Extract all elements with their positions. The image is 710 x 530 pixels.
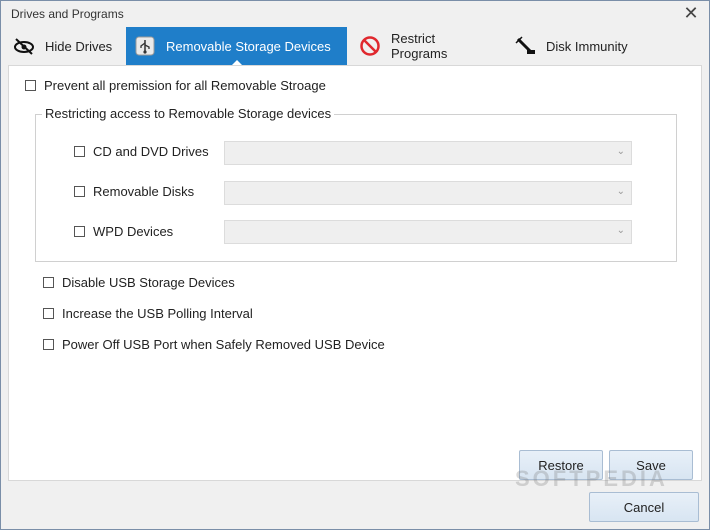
dialog-window: Drives and Programs ✕ Hide Drives Remova… xyxy=(0,0,710,530)
prevent-all-option[interactable]: Prevent all premission for all Removable… xyxy=(25,78,326,93)
cancel-button[interactable]: Cancel xyxy=(589,492,699,522)
cd-dvd-label: CD and DVD Drives xyxy=(93,144,209,159)
tab-content-panel: Prevent all premission for all Removable… xyxy=(8,65,702,481)
restricting-access-group: Restricting access to Removable Storage … xyxy=(35,106,677,262)
syringe-icon xyxy=(514,35,536,57)
hidden-eye-icon xyxy=(13,35,35,57)
tab-label: Disk Immunity xyxy=(546,38,628,54)
title-bar: Drives and Programs ✕ xyxy=(1,1,709,27)
close-button[interactable]: ✕ xyxy=(681,4,701,24)
device-option-cd-dvd[interactable]: CD and DVD Drives xyxy=(74,144,209,159)
tab-label: Hide Drives xyxy=(45,38,113,54)
option-label: Increase the USB Polling Interval xyxy=(62,306,253,321)
no-entry-icon xyxy=(359,35,381,57)
tab-label: Restrict Programs xyxy=(391,31,448,61)
usb-icon xyxy=(134,35,156,57)
tab-bar: Hide Drives Removable Storage Devices Re… xyxy=(1,27,709,66)
power-off-usb-checkbox[interactable] xyxy=(43,339,54,350)
wpd-label: WPD Devices xyxy=(93,224,174,239)
softpedia-watermark: SOFTPEDIA xyxy=(515,466,668,491)
device-option-wpd[interactable]: WPD Devices xyxy=(74,224,173,239)
group-title: Restricting access to Removable Storage … xyxy=(42,106,335,121)
disable-usb-checkbox[interactable] xyxy=(43,277,54,288)
wpd-select[interactable]: ⌄ xyxy=(224,220,632,244)
usb-polling-checkbox[interactable] xyxy=(43,308,54,319)
chevron-down-icon: ⌄ xyxy=(616,225,625,236)
wpd-checkbox[interactable] xyxy=(74,226,85,237)
removable-disks-checkbox[interactable] xyxy=(74,186,85,197)
chevron-down-icon: ⌄ xyxy=(616,146,625,157)
option-power-off-usb[interactable]: Power Off USB Port when Safely Removed U… xyxy=(43,337,385,352)
option-label: Power Off USB Port when Safely Removed U… xyxy=(62,337,385,352)
tab-removable-storage[interactable]: Removable Storage Devices xyxy=(126,27,347,66)
cd-dvd-select[interactable]: ⌄ xyxy=(224,141,632,165)
option-usb-polling[interactable]: Increase the USB Polling Interval xyxy=(43,306,253,321)
tab-hide-drives[interactable]: Hide Drives xyxy=(5,27,121,65)
device-option-removable-disks[interactable]: Removable Disks xyxy=(74,184,194,199)
option-label: Disable USB Storage Devices xyxy=(62,275,235,290)
tab-disk-immunity[interactable]: Disk Immunity xyxy=(506,27,636,65)
tab-restrict-programs[interactable]: Restrict Programs xyxy=(351,27,501,65)
prevent-all-label: Prevent all premission for all Removable… xyxy=(44,78,326,93)
cd-dvd-checkbox[interactable] xyxy=(74,146,85,157)
window-title: Drives and Programs xyxy=(11,7,124,21)
prevent-all-checkbox[interactable] xyxy=(25,80,36,91)
chevron-down-icon: ⌄ xyxy=(616,186,625,197)
option-disable-usb[interactable]: Disable USB Storage Devices xyxy=(43,275,235,290)
tab-label: Removable Storage Devices xyxy=(166,38,331,54)
removable-disks-label: Removable Disks xyxy=(93,184,195,199)
removable-disks-select[interactable]: ⌄ xyxy=(224,181,632,205)
